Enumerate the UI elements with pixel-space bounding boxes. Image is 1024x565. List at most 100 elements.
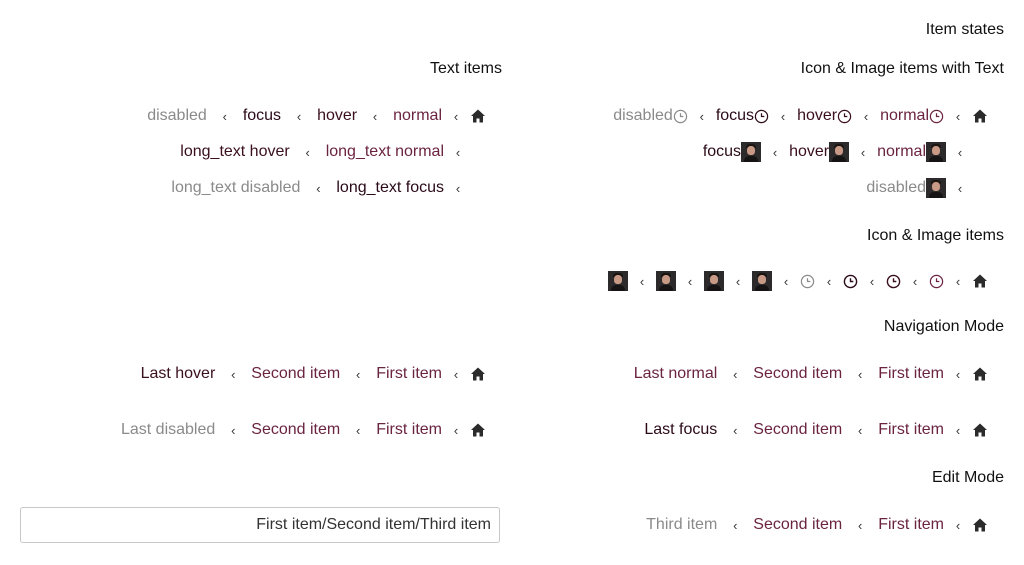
item-label: normal [880, 107, 929, 124]
home-button[interactable] [972, 108, 988, 124]
breadcrumb-item-focus[interactable]: focus [243, 107, 281, 125]
nav-second-item[interactable]: Second item [251, 421, 340, 439]
home-button[interactable] [972, 366, 988, 382]
clock-icon [886, 274, 901, 288]
breadcrumb-item-disabled-avatar: disabled [866, 178, 946, 198]
avatar-image [829, 142, 850, 162]
home-button[interactable] [972, 273, 988, 289]
icon-text-breadcrumb-1: ‹ normal ‹ hover ‹ focus ‹ disabled [613, 104, 988, 128]
home-button[interactable] [470, 366, 486, 382]
breadcrumb-path-input[interactable]: First item/Second item/Third item [20, 507, 500, 543]
text-breadcrumb-3: ‹ long_text focus ‹ long_text disabled [171, 176, 472, 200]
breadcrumb-item-focus-avatar[interactable]: focus [702, 142, 762, 162]
clock-icon [843, 274, 858, 288]
nav-second-item[interactable]: Second item [251, 365, 340, 383]
breadcrumb-item-long-hover[interactable]: long_text hover [180, 143, 289, 161]
avatar-image [926, 142, 946, 162]
clock-icon [929, 274, 944, 288]
home-button[interactable] [470, 108, 486, 124]
breadcrumb-item-normal-avatar[interactable]: normal [877, 142, 946, 162]
avatar-image [704, 271, 724, 291]
avatar-item-normal[interactable] [752, 271, 772, 291]
breadcrumb-item-long-disabled: long_text disabled [171, 179, 301, 196]
avatar-item-disabled [608, 271, 628, 291]
text-breadcrumb-2: ‹ long_text normal ‹ long_text hover [180, 140, 472, 164]
nav-last-item-focus[interactable]: Last focus [644, 421, 717, 439]
breadcrumb-item-normal[interactable]: normal [393, 107, 442, 125]
home-icon [973, 518, 987, 532]
chevron-left-icon: ‹ [733, 422, 738, 438]
nav-breadcrumb-right-2: ‹ First item ‹ Second item ‹ Last focus [644, 418, 988, 442]
clock-item-disabled [800, 274, 815, 289]
avatar-image [752, 271, 772, 291]
clock-item-hover[interactable] [886, 274, 901, 289]
chevron-left-icon: ‹ [231, 366, 236, 382]
edit-second-item[interactable]: Second item [753, 516, 842, 534]
breadcrumb-item-disabled-clock: disabled [613, 107, 688, 125]
home-button[interactable] [470, 422, 486, 438]
chevron-left-icon: ‹ [305, 144, 310, 160]
chevron-left-icon: ‹ [860, 144, 866, 160]
avatar-image [656, 271, 676, 291]
breadcrumb-item-long-normal[interactable]: long_text normal [326, 143, 444, 161]
home-button[interactable] [972, 517, 988, 533]
home-icon [973, 367, 987, 381]
item-label: hover [789, 143, 830, 160]
home-icon [471, 109, 485, 123]
breadcrumb-item-normal-clock[interactable]: normal [880, 107, 944, 125]
nav-first-item[interactable]: First item [376, 421, 442, 439]
chevron-left-icon: ‹ [780, 108, 786, 124]
nav-breadcrumb-left-1: ‹ First item ‹ Second item ‹ Last hover [141, 362, 486, 386]
chevron-left-icon: ‹ [957, 144, 963, 160]
nav-second-item[interactable]: Second item [753, 421, 842, 439]
chevron-left-icon: ‹ [783, 273, 789, 289]
home-icon [973, 109, 987, 123]
icon-image-breadcrumb: ‹ ‹ ‹ ‹ ‹ ‹ ‹ ‹ [608, 269, 988, 293]
home-icon [471, 367, 485, 381]
home-icon [973, 423, 987, 437]
item-label: focus [702, 143, 742, 160]
chevron-left-icon: ‹ [863, 108, 869, 124]
chevron-left-icon: ‹ [957, 180, 963, 196]
avatar-image [741, 142, 762, 162]
chevron-left-icon: ‹ [231, 422, 236, 438]
nav-first-item[interactable]: First item [878, 365, 944, 383]
avatar-item-hover[interactable] [704, 271, 724, 291]
nav-second-item[interactable]: Second item [753, 365, 842, 383]
chevron-left-icon: ‹ [316, 180, 321, 196]
breadcrumb-item-hover[interactable]: hover [317, 107, 357, 125]
breadcrumb-item-focus-clock[interactable]: focus [716, 107, 769, 125]
icon-text-breadcrumb-3: ‹ disabled [866, 176, 974, 200]
chevron-left-icon: ‹ [455, 144, 461, 160]
avatar-image [608, 271, 628, 291]
clock-icon [800, 274, 815, 288]
item-label: hover [797, 107, 838, 124]
chevron-left-icon: ‹ [453, 366, 459, 382]
chevron-left-icon: ‹ [356, 422, 361, 438]
breadcrumb-item-long-focus[interactable]: long_text focus [336, 179, 444, 197]
nav-first-item[interactable]: First item [376, 365, 442, 383]
breadcrumb-item-hover-avatar[interactable]: hover [789, 142, 850, 162]
nav-breadcrumb-right-1: ‹ First item ‹ Second item ‹ Last normal [634, 362, 988, 386]
edit-third-item: Third item [646, 516, 718, 533]
home-button[interactable] [972, 422, 988, 438]
chevron-left-icon: ‹ [372, 108, 378, 124]
clock-item-focus[interactable] [843, 274, 858, 289]
nav-last-item-disabled: Last disabled [120, 421, 216, 438]
chevron-left-icon: ‹ [687, 273, 693, 289]
breadcrumb-item-hover-clock[interactable]: hover [797, 107, 852, 125]
clock-item-normal[interactable] [929, 274, 944, 289]
clock-icon [673, 109, 688, 123]
chevron-left-icon: ‹ [955, 366, 961, 382]
chevron-left-icon: ‹ [356, 366, 361, 382]
chevron-left-icon: ‹ [858, 366, 863, 382]
edit-first-item[interactable]: First item [878, 516, 944, 534]
clock-icon [837, 109, 852, 123]
nav-first-item[interactable]: First item [878, 421, 944, 439]
avatar-item-focus[interactable] [656, 271, 676, 291]
clock-icon [754, 109, 769, 123]
chevron-left-icon: ‹ [222, 108, 227, 124]
nav-last-item-normal[interactable]: Last normal [634, 365, 718, 383]
nav-last-item-hover[interactable]: Last hover [141, 365, 216, 383]
edit-mode-heading: Edit Mode [931, 469, 1004, 486]
